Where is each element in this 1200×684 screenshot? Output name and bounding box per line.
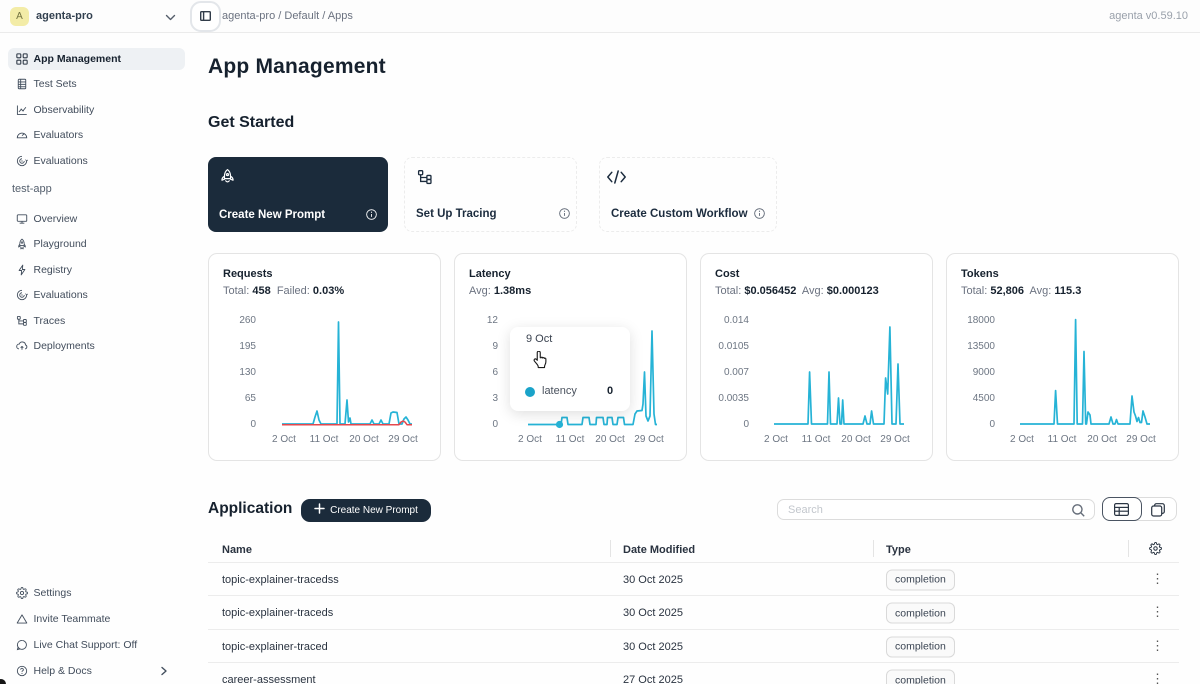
svg-text:0.014: 0.014 xyxy=(724,315,749,326)
svg-text:65: 65 xyxy=(245,393,257,404)
svg-text:12: 12 xyxy=(487,315,499,326)
svg-text:20 Oct: 20 Oct xyxy=(595,434,625,445)
svg-text:0: 0 xyxy=(743,419,749,430)
svg-text:9000: 9000 xyxy=(973,367,996,378)
svg-text:20 Oct: 20 Oct xyxy=(1087,434,1117,445)
svg-text:9: 9 xyxy=(492,341,498,352)
svg-text:6: 6 xyxy=(492,367,498,378)
svg-text:2 Oct: 2 Oct xyxy=(272,434,296,445)
svg-text:2 Oct: 2 Oct xyxy=(764,434,788,445)
svg-text:0.0105: 0.0105 xyxy=(718,341,749,352)
svg-text:2 Oct: 2 Oct xyxy=(1010,434,1034,445)
svg-text:13500: 13500 xyxy=(967,341,995,352)
svg-text:0: 0 xyxy=(989,419,995,430)
svg-text:20 Oct: 20 Oct xyxy=(841,434,871,445)
svg-text:11 Oct: 11 Oct xyxy=(802,434,831,445)
svg-text:4500: 4500 xyxy=(973,393,996,404)
svg-text:0.007: 0.007 xyxy=(724,367,749,378)
svg-text:29 Oct: 29 Oct xyxy=(1126,434,1156,445)
svg-text:0.0035: 0.0035 xyxy=(718,393,749,404)
svg-text:29 Oct: 29 Oct xyxy=(880,434,910,445)
svg-text:2 Oct: 2 Oct xyxy=(518,434,542,445)
svg-text:11 Oct: 11 Oct xyxy=(310,434,339,445)
svg-text:3: 3 xyxy=(492,393,498,404)
svg-text:29 Oct: 29 Oct xyxy=(634,434,664,445)
svg-text:260: 260 xyxy=(239,315,256,326)
svg-text:29 Oct: 29 Oct xyxy=(388,434,418,445)
svg-text:11 Oct: 11 Oct xyxy=(556,434,585,445)
svg-text:18000: 18000 xyxy=(967,315,995,326)
svg-text:11 Oct: 11 Oct xyxy=(1048,434,1077,445)
svg-text:20 Oct: 20 Oct xyxy=(349,434,379,445)
svg-text:0: 0 xyxy=(250,419,256,430)
svg-text:130: 130 xyxy=(239,367,256,378)
svg-text:195: 195 xyxy=(239,341,256,352)
svg-text:0: 0 xyxy=(492,419,498,430)
